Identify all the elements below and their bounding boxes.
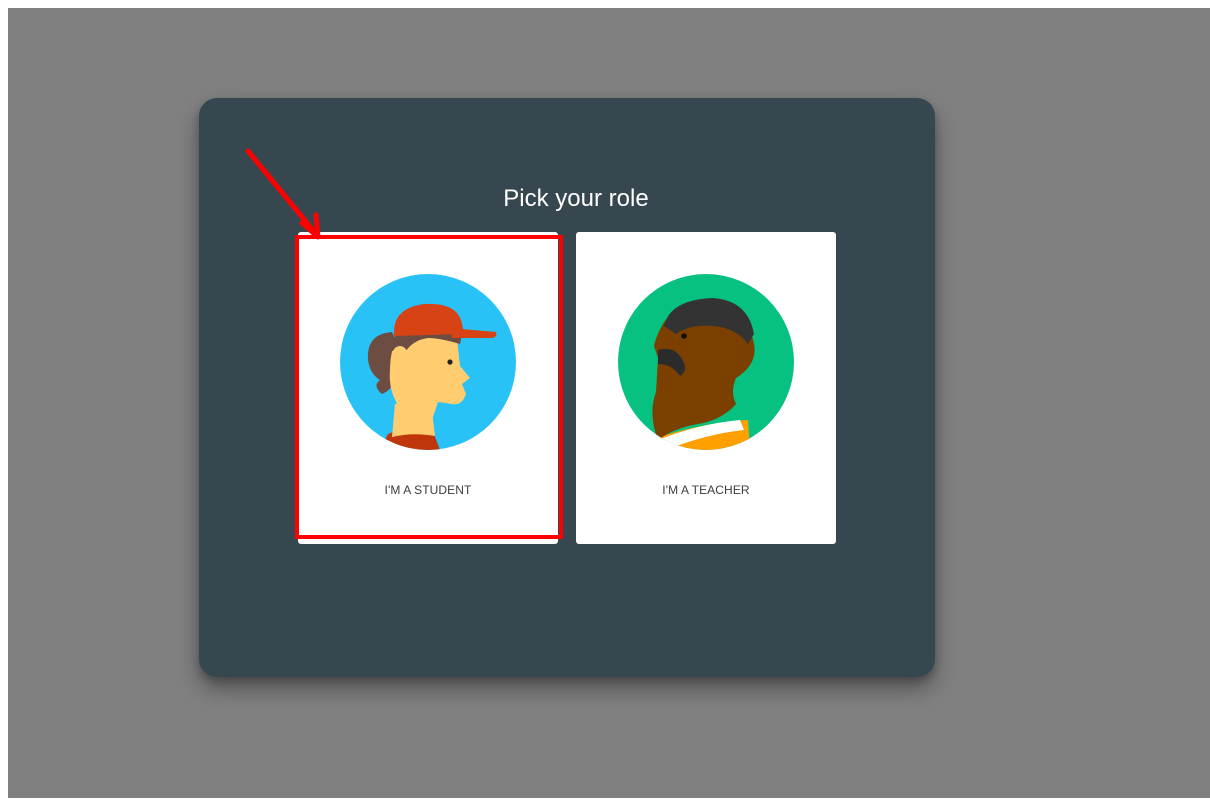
teacher-avatar-icon: [618, 274, 794, 450]
student-avatar-icon: [340, 274, 516, 450]
teacher-role-card[interactable]: I'M A TEACHER: [576, 232, 836, 544]
student-role-card[interactable]: I'M A STUDENT: [298, 232, 558, 544]
dialog-title: Pick your role: [503, 185, 649, 212]
teacher-role-label: I'M A TEACHER: [662, 483, 750, 497]
student-role-label: I'M A STUDENT: [384, 483, 472, 497]
